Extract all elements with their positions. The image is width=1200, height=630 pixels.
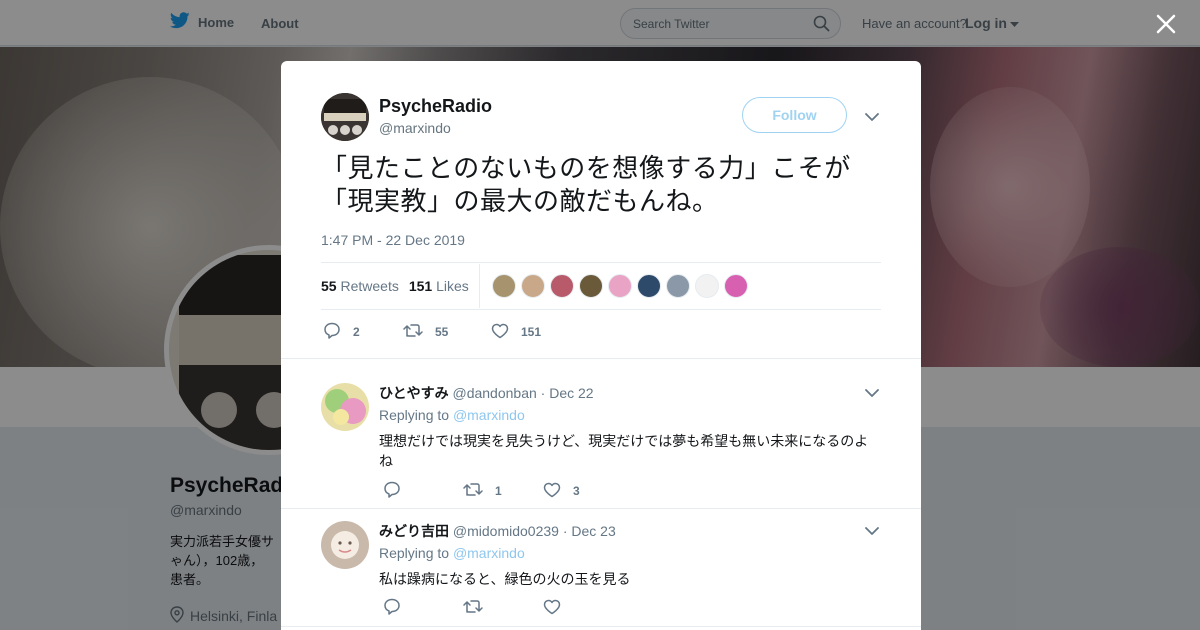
reply-author-name[interactable]: みどり吉田: [379, 523, 449, 539]
tweet-stats: 55 Retweets 151 Likes: [321, 262, 881, 310]
liker-avatar[interactable]: [694, 274, 719, 298]
liker-avatars: [491, 274, 748, 298]
chevron-down-icon[interactable]: [865, 109, 879, 127]
liker-avatar[interactable]: [607, 274, 632, 298]
author-name[interactable]: PsycheRadio: [379, 96, 492, 117]
heart-icon: [491, 323, 509, 342]
retweet-action[interactable]: 1: [463, 482, 543, 500]
divider: [281, 358, 921, 359]
reply-date[interactable]: · Dec 23: [563, 523, 616, 539]
retweets-stat[interactable]: 55 Retweets: [321, 278, 399, 294]
reply-date[interactable]: · Dec 22: [541, 385, 594, 401]
reply-text: 私は躁病になると、緑色の火の玉を見る: [379, 571, 631, 587]
replying-to-link[interactable]: @marxindo: [453, 407, 525, 423]
author-avatar[interactable]: [321, 93, 369, 141]
liker-avatar[interactable]: [723, 274, 748, 298]
likes-count: 151: [408, 278, 433, 294]
tweet-text: 「見たことのないものを想像する力」こそが「現実教」の最大の敵だもんね。: [321, 154, 851, 217]
reply-tweet[interactable]: ひとやすみ @dandonban · Dec 22 Replying to @m…: [281, 383, 921, 508]
retweet-count: 1: [495, 484, 502, 498]
retweet-icon: [403, 323, 423, 341]
replying-to-link[interactable]: @marxindo: [453, 545, 525, 561]
heart-icon: [543, 482, 561, 501]
reply-actions: [383, 598, 573, 618]
reply-icon: [383, 598, 401, 618]
reply-header: ひとやすみ @dandonban · Dec 22: [379, 383, 594, 403]
likes-label: Likes: [436, 278, 469, 294]
reply-header: みどり吉田 @midomido0239 · Dec 23: [379, 521, 616, 541]
retweets-count: 55: [321, 278, 337, 294]
stats-separator: [478, 264, 480, 308]
like-count: 151: [521, 325, 542, 339]
retweet-icon: [463, 599, 483, 617]
retweet-count: 55: [435, 325, 449, 339]
follow-button[interactable]: Follow: [742, 97, 847, 133]
liker-avatar[interactable]: [491, 274, 516, 298]
tweet-modal: PsycheRadio @marxindo Follow 「見たことのないものを…: [281, 61, 921, 630]
tweet-actions: 2 55 151: [323, 322, 541, 342]
close-icon[interactable]: [1154, 12, 1178, 36]
retweet-action[interactable]: [463, 599, 543, 617]
liker-avatar[interactable]: [636, 274, 661, 298]
likes-stat[interactable]: 151 Likes: [409, 278, 469, 294]
reply-author-name[interactable]: ひとやすみ: [379, 385, 449, 401]
author-handle[interactable]: @marxindo: [379, 120, 451, 136]
divider: [281, 508, 921, 509]
reply-actions: 1 3: [383, 481, 580, 501]
replying-to: Replying to @marxindo: [379, 545, 525, 561]
reply-action[interactable]: [383, 481, 463, 501]
chevron-down-icon[interactable]: [865, 523, 879, 541]
replying-to-prefix: Replying to: [379, 407, 450, 423]
reply-icon: [323, 322, 341, 342]
reply-avatar[interactable]: [321, 383, 369, 431]
reply-author-handle[interactable]: @dandonban: [452, 385, 536, 401]
replying-to: Replying to @marxindo: [379, 407, 525, 423]
reply-author-handle[interactable]: @midomido0239: [453, 523, 559, 539]
reply-avatar[interactable]: [321, 521, 369, 569]
reply-count: 2: [353, 325, 360, 339]
retweet-action[interactable]: 55: [403, 323, 491, 341]
retweet-icon: [463, 482, 483, 500]
chevron-down-icon[interactable]: [865, 385, 879, 403]
liker-avatar[interactable]: [665, 274, 690, 298]
like-action[interactable]: [543, 599, 573, 618]
like-action[interactable]: 3: [543, 482, 580, 501]
like-count: 3: [573, 484, 580, 498]
retweets-label: Retweets: [340, 278, 399, 294]
reply-action[interactable]: [383, 598, 463, 618]
like-action[interactable]: 151: [491, 323, 541, 342]
reply-text: 理想だけでは現実を見失うけど、現実だけでは夢も希望も無い未来になるのよね: [379, 433, 869, 469]
reply-tweet[interactable]: みどり吉田 @midomido0239 · Dec 23 Replying to…: [281, 521, 921, 630]
liker-avatar[interactable]: [520, 274, 545, 298]
heart-icon: [543, 599, 561, 618]
reply-icon: [383, 481, 401, 501]
tweet-timestamp[interactable]: 1:47 PM - 22 Dec 2019: [321, 232, 465, 248]
liker-avatar[interactable]: [578, 274, 603, 298]
liker-avatar[interactable]: [549, 274, 574, 298]
divider: [281, 626, 921, 627]
replying-to-prefix: Replying to: [379, 545, 450, 561]
reply-action[interactable]: 2: [323, 322, 403, 342]
divider: [321, 309, 881, 310]
